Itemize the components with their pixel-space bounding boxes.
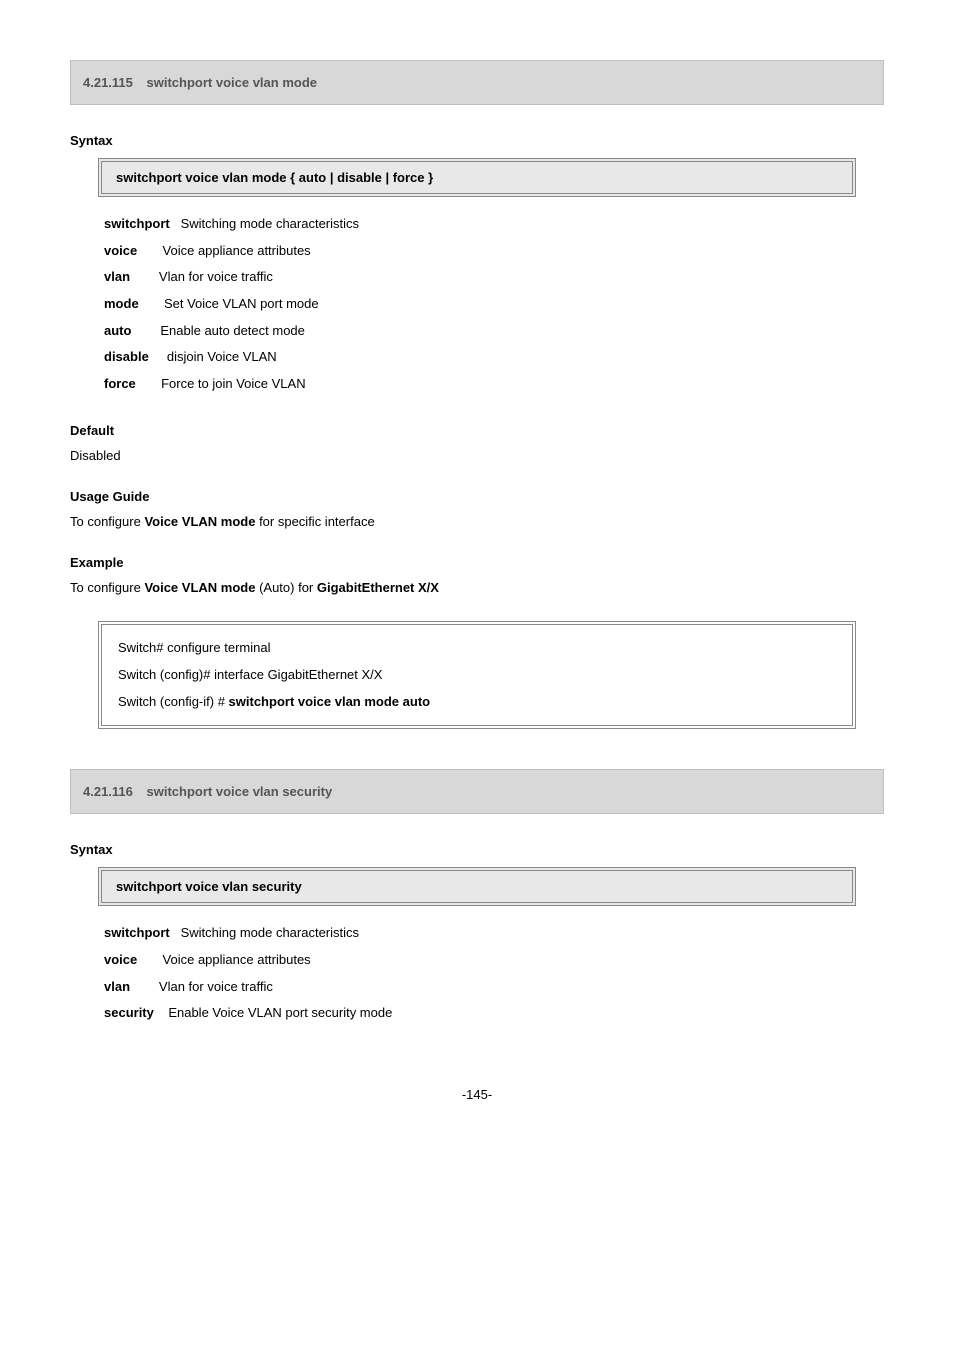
example-bold2: GigabitEthernet X/X [317, 580, 439, 595]
param-kw: switchport [104, 925, 170, 940]
default-label: Default [70, 423, 884, 438]
param-desc: Switching mode characteristics [170, 925, 359, 940]
example-box: Switch# configure terminal Switch (confi… [98, 621, 856, 729]
param-kw: disable [104, 349, 149, 364]
section-header-2: 4.21.116 switchport voice vlan security [70, 769, 884, 814]
page-number: -145- [70, 1087, 884, 1102]
param-kw: voice [104, 243, 137, 258]
example-line: Switch (config-if) # switchport voice vl… [118, 689, 836, 716]
section-number: 4.21.115 [83, 75, 133, 90]
param-kw: vlan [104, 269, 130, 284]
param-desc: Vlan for voice traffic [130, 979, 273, 994]
syntax-label: Syntax [70, 133, 884, 148]
syntax-label: Syntax [70, 842, 884, 857]
param-kw: security [104, 1005, 154, 1020]
param-desc: disjoin Voice VLAN [149, 349, 277, 364]
syntax-text: switchport voice vlan security [116, 879, 302, 894]
param-kw: vlan [104, 979, 130, 994]
example-prefix: To configure [70, 580, 144, 595]
example-bold: Voice VLAN mode [144, 580, 255, 595]
example-line: Switch# configure terminal [118, 635, 836, 662]
param-kw: mode [104, 296, 139, 311]
syntax-box: switchport voice vlan security [98, 867, 856, 906]
param-kw: force [104, 376, 136, 391]
param-desc: Enable Voice VLAN port security mode [154, 1005, 392, 1020]
param-desc: Voice appliance attributes [137, 243, 310, 258]
param-kw: auto [104, 323, 131, 338]
example-mid: (Auto) for [255, 580, 316, 595]
param-desc: Set Voice VLAN port mode [139, 296, 319, 311]
param-desc: Voice appliance attributes [137, 952, 310, 967]
param-desc: Switching mode characteristics [170, 216, 359, 231]
section-title: switchport voice vlan security [147, 784, 333, 799]
usage-text: To configure Voice VLAN mode for specifi… [70, 514, 884, 529]
default-value: Disabled [70, 448, 884, 463]
usage-suffix: for specific interface [255, 514, 374, 529]
parameter-block: switchport Switching mode characteristic… [104, 211, 884, 397]
param-desc: Force to join Voice VLAN [136, 376, 306, 391]
usage-label: Usage Guide [70, 489, 884, 504]
param-desc: Vlan for voice traffic [130, 269, 273, 284]
parameter-block: switchport Switching mode characteristic… [104, 920, 884, 1027]
syntax-text: switchport voice vlan mode { auto | disa… [116, 170, 433, 185]
usage-bold: Voice VLAN mode [144, 514, 255, 529]
param-kw: voice [104, 952, 137, 967]
section-title: switchport voice vlan mode [147, 75, 318, 90]
section-header-1: 4.21.115 switchport voice vlan mode [70, 60, 884, 105]
syntax-box: switchport voice vlan mode { auto | disa… [98, 158, 856, 197]
example-line: Switch (config)# interface GigabitEthern… [118, 662, 836, 689]
example-intro: To configure Voice VLAN mode (Auto) for … [70, 580, 884, 595]
example-label: Example [70, 555, 884, 570]
param-desc: Enable auto detect mode [131, 323, 304, 338]
usage-prefix: To configure [70, 514, 144, 529]
param-kw: switchport [104, 216, 170, 231]
section-number: 4.21.116 [83, 784, 133, 799]
example-line-text: Switch (config-if) # switchport voice vl… [118, 694, 430, 709]
